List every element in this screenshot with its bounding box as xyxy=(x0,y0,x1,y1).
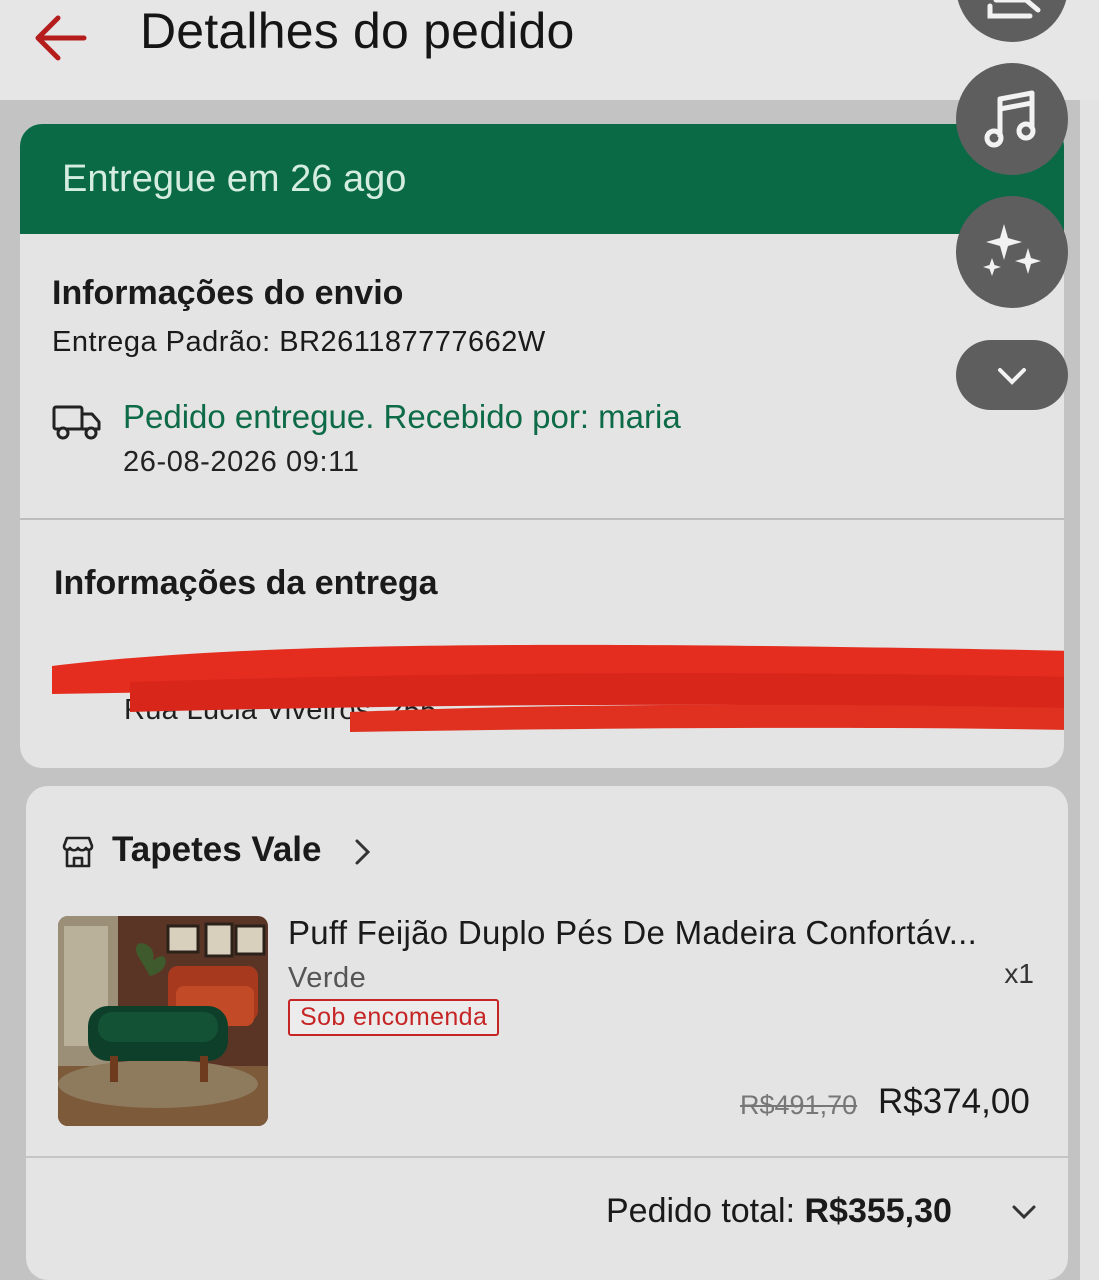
divider xyxy=(26,1156,1068,1158)
product-name[interactable]: Puff Feijão Duplo Pés De Madeira Confort… xyxy=(288,914,1048,952)
order-total-value: R$355,30 xyxy=(804,1192,952,1230)
product-image[interactable] xyxy=(58,916,268,1126)
tracking-status[interactable]: Pedido entregue. Recebido por: maria xyxy=(123,398,681,436)
back-button[interactable] xyxy=(28,8,92,64)
status-badge: Sob encomenda xyxy=(288,999,500,1036)
truck-icon xyxy=(52,405,101,440)
top-bar: Detalhes do pedido xyxy=(0,0,1099,100)
effects-button[interactable] xyxy=(956,196,1068,308)
back-arrow-icon xyxy=(35,15,87,61)
delivery-info-title: Informações da entrega xyxy=(54,564,438,602)
order-items-card: Tapetes Vale Puff Feijão Duplo Pés De Ma… xyxy=(26,786,1068,1280)
tracking-timestamp: 26-08-2026 09:11 xyxy=(123,446,360,478)
edit-icon xyxy=(987,0,1041,19)
shipping-info-title: Informações do envio xyxy=(52,274,404,312)
chevron-down-icon[interactable] xyxy=(1010,1202,1038,1222)
order-total[interactable]: Pedido total: R$355,30 xyxy=(606,1192,952,1231)
order-total-label: Pedido total: xyxy=(606,1192,805,1230)
original-price: R$491,70 xyxy=(740,1090,858,1120)
product-price: R$374,00 xyxy=(878,1082,1030,1121)
music-button[interactable] xyxy=(956,63,1068,175)
chevron-down-icon xyxy=(998,368,1026,385)
collapse-button[interactable] xyxy=(956,340,1068,410)
shipping-method: Entrega Padrão: BR261187777662W xyxy=(52,326,546,358)
product-quantity: x1 xyxy=(1004,958,1034,989)
chevron-right-icon[interactable] xyxy=(352,836,374,868)
store-name[interactable]: Tapetes Vale xyxy=(112,830,321,870)
page-title: Detalhes do pedido xyxy=(140,3,575,59)
music-note-icon xyxy=(984,90,1036,148)
product-variant: Verde xyxy=(288,962,367,994)
edit-button[interactable] xyxy=(956,0,1068,42)
divider xyxy=(20,518,1064,520)
shipping-card: Entregue em 26 ago Informações do envio … xyxy=(20,124,1064,768)
delivery-status-text: Entregue em 26 ago xyxy=(62,158,407,200)
delivery-status-banner: Entregue em 26 ago xyxy=(20,124,1064,234)
redaction-scribble xyxy=(52,644,1064,732)
sparkles-icon xyxy=(983,224,1041,276)
store-icon xyxy=(62,836,94,868)
